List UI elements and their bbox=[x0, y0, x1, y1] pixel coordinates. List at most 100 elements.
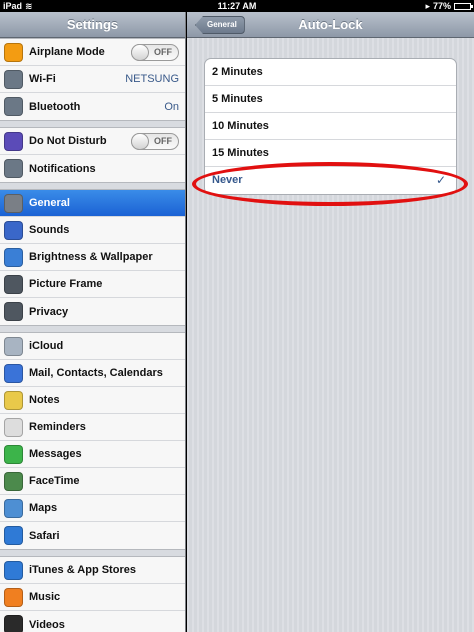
sidebar-item[interactable]: Reminders bbox=[0, 414, 185, 441]
sidebar-item[interactable]: General bbox=[0, 190, 185, 217]
sidebar-item-label: Safari bbox=[29, 529, 60, 542]
sidebar-group: iTunes & App Stores Music Videos bbox=[0, 556, 185, 632]
auto-lock-option[interactable]: 5 Minutes bbox=[205, 86, 456, 113]
bluetooth-icon bbox=[4, 97, 23, 116]
toggle-switch[interactable]: OFF bbox=[131, 132, 179, 150]
sidebar-item[interactable]: Airplane Mode OFF bbox=[0, 39, 185, 66]
option-label: 15 Minutes bbox=[212, 147, 269, 159]
toggle-switch[interactable]: OFF bbox=[131, 43, 179, 61]
toggle-knob bbox=[131, 43, 149, 61]
page-title: Auto-Lock bbox=[298, 17, 363, 32]
auto-lock-option[interactable]: 2 Minutes bbox=[205, 59, 456, 86]
facetime-icon bbox=[4, 471, 23, 491]
sidebar-item-value: NETSUNG bbox=[125, 73, 179, 85]
maps-icon bbox=[4, 498, 23, 518]
option-label: 5 Minutes bbox=[212, 93, 263, 105]
lock-rotation-icon: ▸ bbox=[425, 0, 430, 11]
sidebar-item-label: General bbox=[29, 197, 70, 209]
wifi-signal-icon: ≋ bbox=[25, 0, 33, 11]
auto-lock-options: 2 Minutes 5 Minutes 10 Minutes 15 Minutes Ne… bbox=[204, 58, 457, 195]
sidebar-item[interactable]: Videos bbox=[0, 611, 185, 632]
sidebar-item-label: Airplane Mode bbox=[29, 46, 105, 58]
battery-icon bbox=[454, 2, 473, 10]
status-bar: iPad ≋ 11:27 AM ▸ 77% bbox=[0, 0, 474, 12]
safari-icon bbox=[4, 526, 23, 545]
settings-sidebar: Settings Airplane Mode OFF Wi-Fi NETSUNG Blu… bbox=[0, 12, 186, 632]
sidebar-item-label: iTunes & App Stores bbox=[29, 564, 136, 576]
cloud-icon bbox=[4, 336, 23, 356]
sidebar-item-label: Wi-Fi bbox=[29, 73, 56, 85]
status-right: ▸ 77% bbox=[425, 0, 473, 12]
sidebar-item-label: Sounds bbox=[29, 224, 70, 236]
option-label: 10 Minutes bbox=[212, 120, 269, 132]
speaker-icon bbox=[4, 220, 23, 240]
sidebar-item[interactable]: Sounds bbox=[0, 217, 185, 244]
hand-icon bbox=[4, 302, 23, 321]
checkmark-icon: ✓ bbox=[435, 173, 446, 187]
sidebar-item[interactable]: Notes bbox=[0, 387, 185, 414]
sidebar-item-label: Do Not Disturb bbox=[29, 135, 107, 147]
navigation-bar: General Auto-Lock bbox=[187, 12, 474, 38]
picture-frame-icon bbox=[4, 274, 23, 294]
option-label: Never bbox=[212, 174, 243, 186]
gear-icon bbox=[4, 193, 23, 213]
option-label: 2 Minutes bbox=[212, 66, 263, 78]
toggle-label: OFF bbox=[154, 136, 172, 146]
sidebar-item-label: Messages bbox=[29, 448, 82, 460]
auto-lock-option[interactable]: 15 Minutes bbox=[205, 140, 456, 167]
sidebar-groups: Airplane Mode OFF Wi-Fi NETSUNG Bluetooth On D… bbox=[0, 38, 185, 632]
sidebar-item[interactable]: iTunes & App Stores bbox=[0, 557, 185, 584]
status-time: 11:27 AM bbox=[217, 1, 257, 11]
detail-pane: General Auto-Lock 2 Minutes 5 Minutes 10 M… bbox=[187, 12, 474, 632]
sidebar-item-label: Notifications bbox=[29, 162, 96, 175]
reminders-icon bbox=[4, 417, 23, 437]
sidebar-item-label: Picture Frame bbox=[29, 278, 103, 290]
device-name: iPad bbox=[3, 1, 23, 11]
sidebar-item-label: Privacy bbox=[29, 305, 69, 318]
sidebar-item[interactable]: Picture Frame bbox=[0, 271, 185, 298]
sidebar-item-label: FaceTime bbox=[29, 475, 80, 487]
sidebar-item[interactable]: iCloud bbox=[0, 333, 185, 360]
sidebar-item-label: Brightness & Wallpaper bbox=[29, 251, 153, 263]
sidebar-item[interactable]: Maps bbox=[0, 495, 185, 522]
toggle-knob bbox=[131, 132, 149, 150]
moon-icon bbox=[4, 131, 23, 151]
sidebar-item[interactable]: Bluetooth On bbox=[0, 93, 185, 120]
battery-percent: 77% bbox=[432, 1, 451, 11]
sidebar-item[interactable]: Brightness & Wallpaper bbox=[0, 244, 185, 271]
sidebar-item-label: Music bbox=[29, 591, 61, 603]
sidebar-item-label: Videos bbox=[29, 618, 65, 631]
wifi-icon bbox=[4, 69, 23, 89]
sidebar-group: Airplane Mode OFF Wi-Fi NETSUNG Bluetooth On bbox=[0, 38, 185, 121]
auto-lock-option[interactable]: 10 Minutes bbox=[205, 113, 456, 140]
sidebar-item[interactable]: Privacy bbox=[0, 298, 185, 325]
sidebar-item[interactable]: Notifications bbox=[0, 155, 185, 182]
sidebar-title: Settings bbox=[0, 12, 185, 38]
sidebar-item[interactable]: FaceTime bbox=[0, 468, 185, 495]
videos-icon bbox=[4, 615, 23, 632]
sidebar-group: Do Not Disturb OFF Notifications bbox=[0, 127, 185, 183]
sidebar-item-label: Maps bbox=[29, 502, 58, 514]
sidebar-item[interactable]: Do Not Disturb OFF bbox=[0, 128, 185, 155]
sidebar-item-label: Mail, Contacts, Calendars bbox=[29, 367, 163, 379]
sidebar-item-value: On bbox=[164, 100, 179, 113]
sidebar-item[interactable]: Messages bbox=[0, 441, 185, 468]
sidebar-item[interactable]: Safari bbox=[0, 522, 185, 549]
toggle-label: OFF bbox=[154, 47, 172, 57]
auto-lock-option[interactable]: Never ✓ bbox=[205, 167, 456, 194]
sidebar-item[interactable]: Mail, Contacts, Calendars bbox=[0, 360, 185, 387]
sidebar-item[interactable]: Wi-Fi NETSUNG bbox=[0, 66, 185, 93]
sidebar-item-label: iCloud bbox=[29, 340, 64, 352]
notes-icon bbox=[4, 390, 23, 410]
sidebar-group: iCloud Mail, Contacts, Calendars Notes Remi… bbox=[0, 332, 185, 550]
mail-icon bbox=[4, 363, 23, 383]
messages-icon bbox=[4, 444, 23, 464]
status-left: iPad ≋ bbox=[3, 1, 33, 12]
notifications-icon bbox=[4, 159, 23, 178]
sidebar-group: General Sounds Brightness & Wallpaper Pictu… bbox=[0, 189, 185, 326]
music-icon bbox=[4, 587, 23, 607]
sidebar-item-label: Reminders bbox=[29, 421, 86, 433]
airplane-icon bbox=[4, 42, 23, 62]
sidebar-item[interactable]: Music bbox=[0, 584, 185, 611]
app-store-icon bbox=[4, 560, 23, 580]
